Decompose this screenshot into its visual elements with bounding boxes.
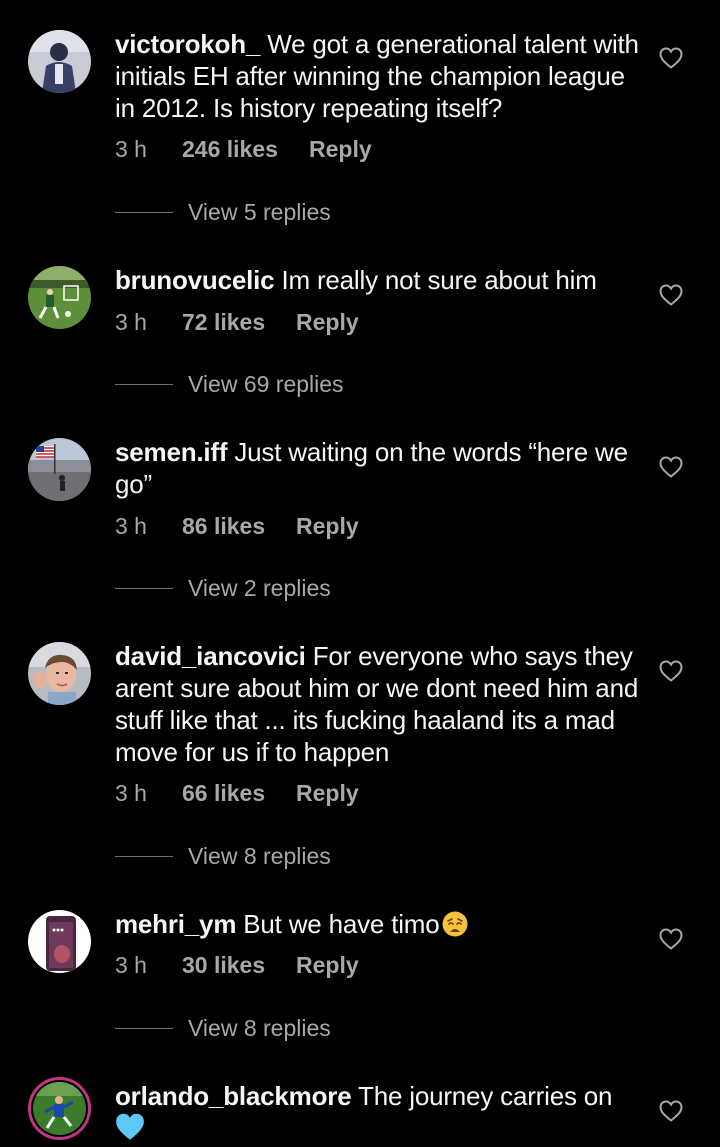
- avatar[interactable]: [28, 438, 91, 501]
- view-replies-label: View 8 replies: [188, 1015, 331, 1041]
- view-replies-divider: [115, 1028, 173, 1029]
- comment-time: 3 h: [115, 136, 147, 162]
- avatar[interactable]: [28, 30, 91, 93]
- comment-text-block: mehri_ym But we have timo: [115, 908, 645, 940]
- avatar[interactable]: [28, 642, 91, 705]
- like-heart-icon[interactable]: [659, 284, 683, 306]
- comment-username[interactable]: david_iancovici: [115, 641, 306, 671]
- avatar[interactable]: [28, 266, 91, 329]
- view-replies-label: View 5 replies: [188, 199, 331, 225]
- comment-likes[interactable]: 66 likes: [182, 780, 265, 807]
- comment-username[interactable]: mehri_ym: [115, 909, 236, 939]
- comment-body: Im really not sure about him: [281, 265, 597, 295]
- comment-text-block: orlando_blackmore The journey carries on: [115, 1080, 645, 1147]
- view-replies-divider: [115, 856, 173, 857]
- comment-text-block: victorokoh_ We got a generational talent…: [115, 28, 645, 124]
- player-story-avatar-icon: [33, 1082, 86, 1135]
- reply-button[interactable]: Reply: [296, 309, 359, 336]
- view-replies-label: View 69 replies: [188, 371, 344, 397]
- reply-button[interactable]: Reply: [296, 952, 359, 979]
- weary-face-emoji-icon: [442, 911, 468, 937]
- like-heart-icon[interactable]: [659, 1100, 683, 1122]
- comment-username[interactable]: victorokoh_: [115, 29, 260, 59]
- avatar-story-ring[interactable]: [28, 1077, 91, 1140]
- like-heart-icon[interactable]: [659, 928, 683, 950]
- comment-body: The journey carries on: [358, 1081, 613, 1111]
- comment-time: 3 h: [115, 513, 147, 539]
- selfie-avatar-icon: [28, 642, 91, 705]
- person-photo-avatar-icon: [28, 30, 91, 93]
- comment-time: 3 h: [115, 780, 147, 806]
- comment-username[interactable]: semen.iff: [115, 437, 228, 467]
- comment-time: 3 h: [115, 309, 147, 335]
- reply-button[interactable]: Reply: [296, 780, 359, 807]
- view-replies-button[interactable]: View 2 replies: [115, 575, 415, 605]
- like-heart-icon[interactable]: [659, 660, 683, 682]
- comment-text-block: brunovucelic Im really not sure about hi…: [115, 264, 645, 296]
- comment-likes[interactable]: 30 likes: [182, 952, 265, 979]
- view-replies-divider: [115, 212, 173, 213]
- avatar[interactable]: [28, 910, 91, 973]
- blue-heart-emoji-icon: [116, 1113, 144, 1140]
- view-replies-button[interactable]: View 8 replies: [115, 843, 415, 873]
- comment-text-block: semen.iff Just waiting on the words “her…: [115, 436, 645, 500]
- street-flag-avatar-icon: [28, 438, 91, 501]
- reply-button[interactable]: Reply: [296, 513, 359, 540]
- comment-likes[interactable]: 72 likes: [182, 309, 265, 336]
- like-heart-icon[interactable]: [659, 47, 683, 69]
- comment-text-block: david_iancovici For everyone who says th…: [115, 640, 645, 768]
- view-replies-divider: [115, 588, 173, 589]
- comment-username[interactable]: orlando_blackmore: [115, 1081, 352, 1111]
- view-replies-button[interactable]: View 5 replies: [115, 199, 415, 229]
- comment-likes[interactable]: 246 likes: [182, 136, 278, 163]
- reply-button[interactable]: Reply: [309, 136, 372, 163]
- comment-body: But we have timo: [243, 909, 440, 939]
- like-heart-icon[interactable]: [659, 456, 683, 478]
- view-replies-button[interactable]: View 8 replies: [115, 1015, 415, 1045]
- comment-username[interactable]: brunovucelic: [115, 265, 275, 295]
- comment-time: 3 h: [115, 952, 147, 978]
- comment-likes[interactable]: 86 likes: [182, 513, 265, 540]
- view-replies-button[interactable]: View 69 replies: [115, 371, 415, 401]
- view-replies-label: View 2 replies: [188, 575, 331, 601]
- view-replies-label: View 8 replies: [188, 843, 331, 869]
- view-replies-divider: [115, 384, 173, 385]
- phone-screen-avatar-icon: [28, 910, 91, 973]
- football-pitch-avatar-icon: [28, 266, 91, 329]
